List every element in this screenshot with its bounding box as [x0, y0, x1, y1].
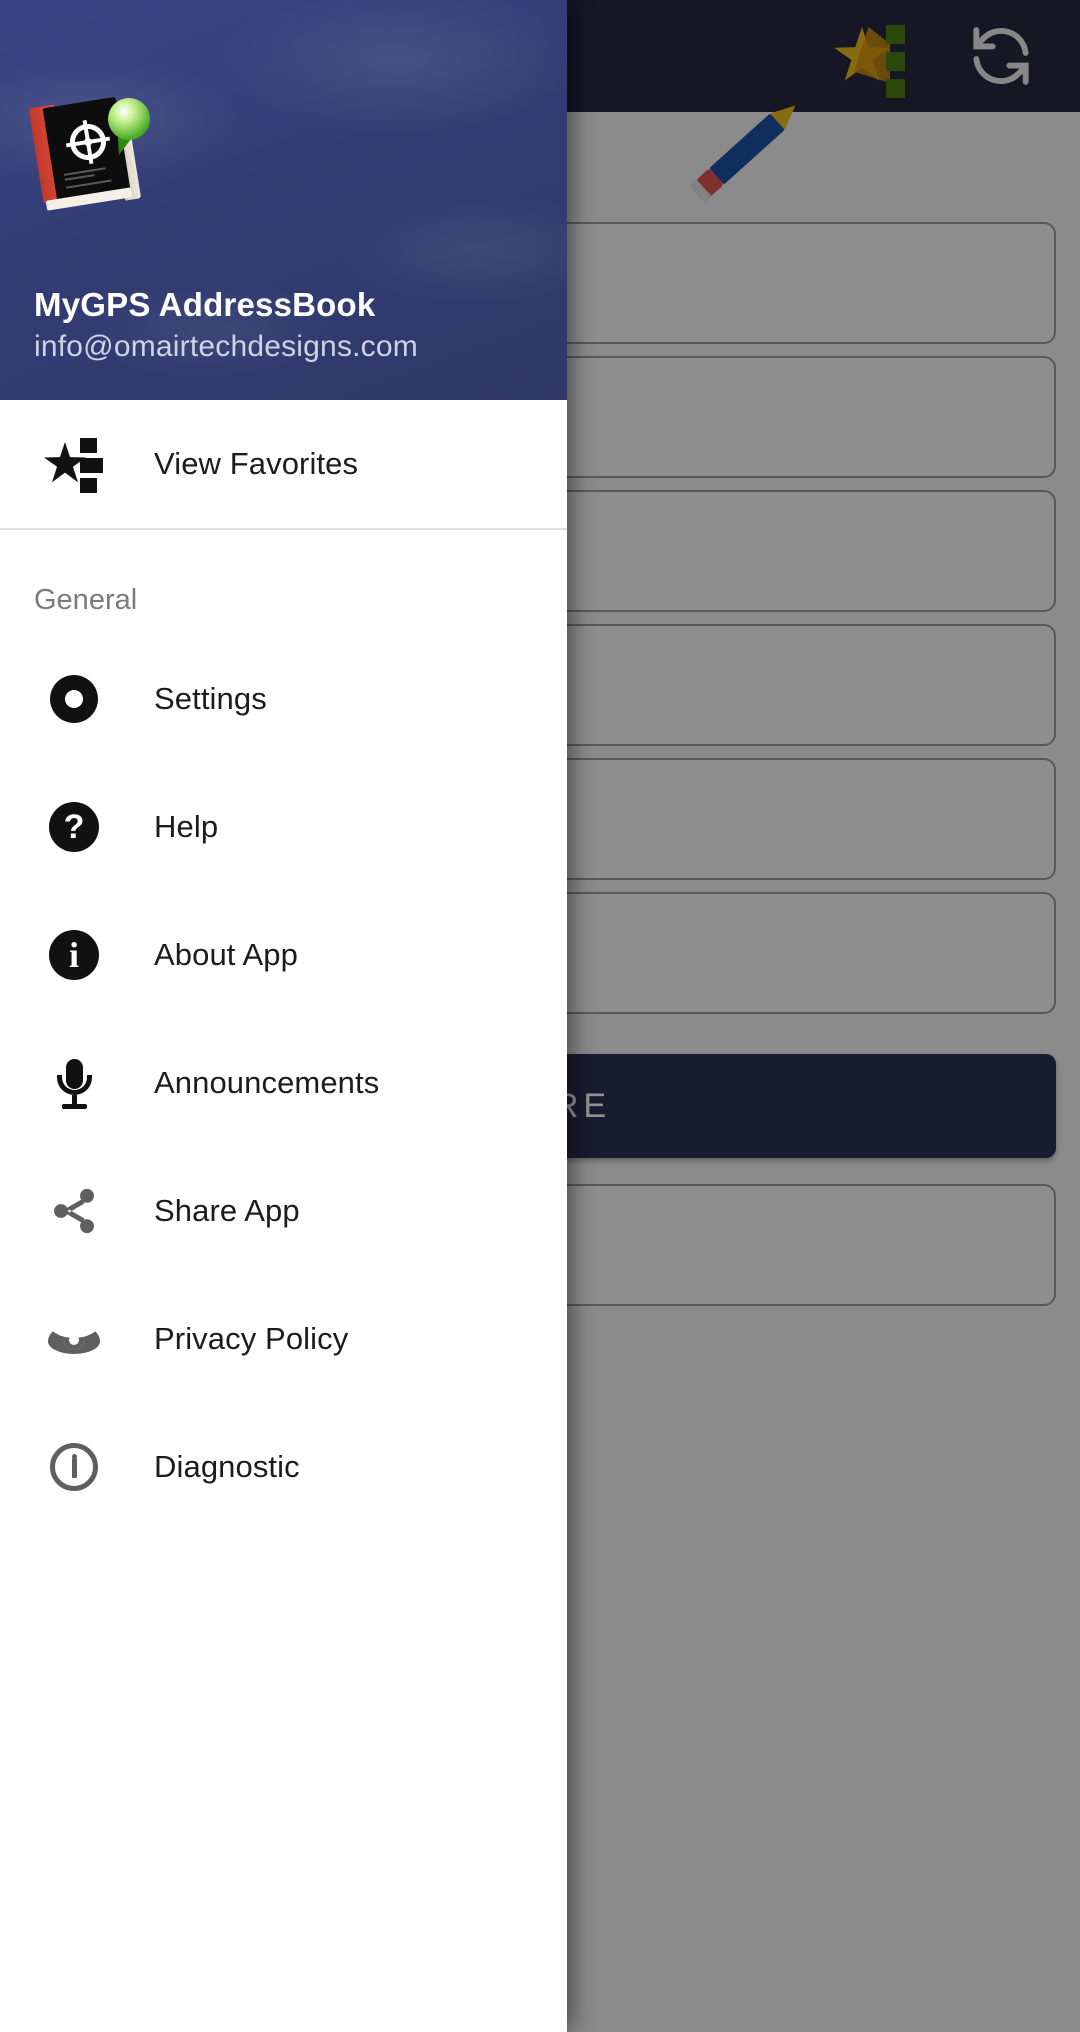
gold-star-favorites-icon[interactable]	[834, 19, 908, 98]
sidebar-item-help[interactable]: ? Help	[0, 763, 567, 891]
microphone-icon	[46, 1055, 102, 1111]
sidebar-item-diagnostic[interactable]: Diagnostic	[0, 1403, 567, 1531]
info-circle-icon: i	[46, 927, 102, 983]
help-circle-icon: ?	[46, 799, 102, 855]
sidebar-item-label: Announcements	[154, 1065, 380, 1100]
sidebar-item-label: About App	[154, 937, 298, 972]
section-header-general: General	[34, 584, 138, 616]
eye-icon	[46, 1311, 102, 1367]
app-title: MyGPS AddressBook	[34, 286, 376, 323]
sidebar-item-label: View Favorites	[154, 446, 359, 481]
sidebar-item-announcements[interactable]: Announcements	[0, 1019, 567, 1147]
sidebar-item-label: Settings	[154, 681, 267, 716]
navigation-drawer: MyGPS AddressBook info@omairtechdesigns.…	[0, 0, 567, 2032]
gear-icon	[43, 668, 105, 730]
sidebar-item-about-app[interactable]: i About App	[0, 891, 567, 1019]
sidebar-item-label: Diagnostic	[154, 1449, 300, 1484]
app-contact-email: info@omairtechdesigns.com	[34, 330, 418, 363]
sidebar-item-share-app[interactable]: Share App	[0, 1147, 567, 1275]
star-list-icon	[44, 436, 103, 493]
sidebar-item-view-favorites[interactable]: View Favorites	[0, 400, 567, 528]
sidebar-item-label: Help	[154, 809, 219, 844]
map-pin-icon	[108, 98, 150, 152]
pencil-icon[interactable]	[709, 113, 785, 185]
info-outline-icon	[46, 1439, 102, 1495]
drawer-primary-menu: View Favorites	[0, 400, 567, 528]
share-icon	[46, 1183, 102, 1239]
refresh-sync-icon[interactable]	[964, 19, 1038, 93]
sidebar-item-label: Share App	[154, 1193, 300, 1228]
sidebar-item-settings[interactable]: Settings	[0, 635, 567, 763]
sidebar-item-label: Privacy Policy	[154, 1321, 349, 1356]
drawer-general-menu: Settings ? Help i About App Announcement…	[0, 635, 567, 1531]
sidebar-item-privacy-policy[interactable]: Privacy Policy	[0, 1275, 567, 1403]
drawer-header: MyGPS AddressBook info@omairtechdesigns.…	[0, 0, 567, 400]
addressbook-gps-icon	[28, 96, 150, 211]
